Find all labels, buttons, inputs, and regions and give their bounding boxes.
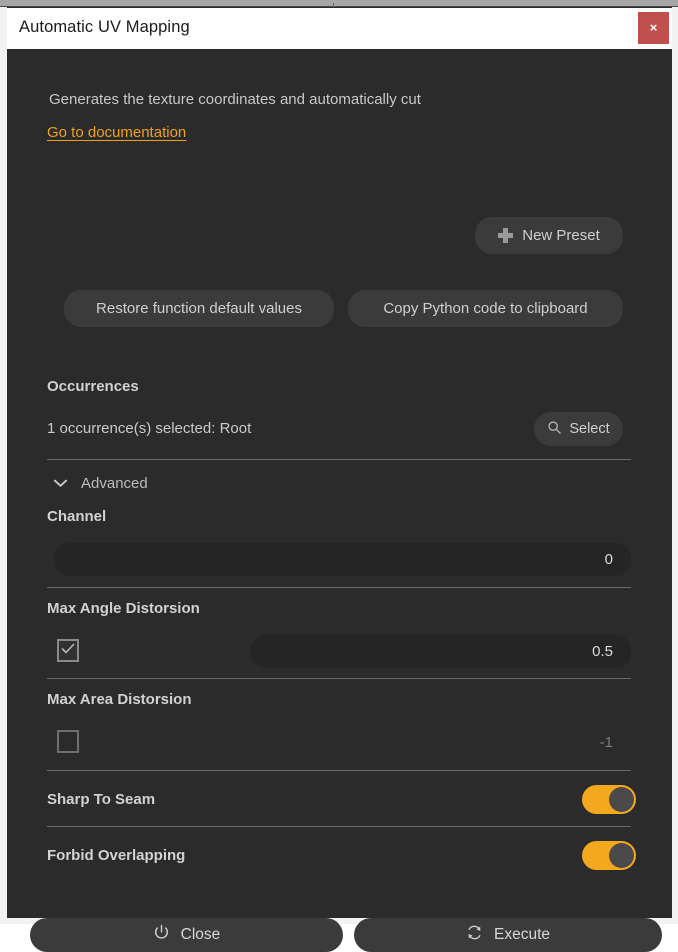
close-button-label: Close: [181, 926, 221, 944]
close-button[interactable]: Close: [30, 918, 343, 952]
max-area-distorsion-label: Max Area Distorsion: [47, 691, 192, 708]
max-angle-distorsion-label: Max Angle Distorsion: [47, 600, 200, 617]
execute-button-label: Execute: [494, 926, 550, 944]
search-icon: [547, 420, 562, 439]
copy-python-button[interactable]: Copy Python code to clipboard: [348, 290, 623, 327]
separator-max-area: [47, 770, 631, 771]
refresh-icon: [466, 924, 483, 946]
documentation-link[interactable]: Go to documentation: [47, 124, 186, 141]
channel-input[interactable]: 0: [54, 543, 631, 576]
window-title: Automatic UV Mapping: [19, 18, 190, 37]
new-preset-button[interactable]: New Preset: [475, 217, 623, 254]
occurrences-heading: Occurrences: [47, 378, 139, 395]
sharp-to-seam-toggle[interactable]: [582, 785, 636, 814]
occurrences-value: 1 occurrence(s) selected: Root: [47, 420, 251, 437]
select-occurrences-button[interactable]: Select: [534, 412, 623, 446]
new-preset-label: New Preset: [522, 227, 600, 244]
sharp-to-seam-label: Sharp To Seam: [47, 791, 155, 808]
max-area-distorsion-checkbox[interactable]: [57, 730, 79, 753]
max-area-distorsion-value: -1: [251, 726, 631, 759]
chevron-down-icon: [53, 476, 68, 491]
check-icon: [61, 643, 75, 658]
restore-defaults-label: Restore function default values: [96, 300, 302, 317]
dialog-description: Generates the texture coordinates and au…: [49, 91, 421, 108]
advanced-label: Advanced: [81, 475, 148, 492]
advanced-section-toggle[interactable]: Advanced: [53, 472, 148, 494]
separator-sharp-to-seam: [47, 826, 631, 827]
window-chrome-seam: [333, 3, 334, 7]
restore-defaults-button[interactable]: Restore function default values: [64, 290, 334, 327]
separator-occurrences: [47, 459, 631, 460]
automatic-uv-mapping-dialog: Automatic UV Mapping × Generates the tex…: [0, 0, 678, 924]
dialog-body: Generates the texture coordinates and au…: [7, 49, 672, 918]
power-icon: [153, 924, 170, 946]
max-angle-distorsion-checkbox[interactable]: [57, 639, 79, 662]
separator-channel: [47, 587, 631, 588]
select-label: Select: [569, 421, 609, 437]
window-chrome-top: [0, 0, 678, 7]
copy-python-label: Copy Python code to clipboard: [383, 300, 587, 317]
window-chrome-right: [672, 7, 678, 924]
close-icon[interactable]: ×: [638, 12, 669, 44]
toggle-knob: [609, 843, 634, 868]
max-angle-distorsion-input[interactable]: 0.5: [251, 635, 631, 668]
forbid-overlapping-label: Forbid Overlapping: [47, 847, 185, 864]
plus-icon: [498, 228, 513, 243]
channel-label: Channel: [47, 508, 106, 525]
execute-button[interactable]: Execute: [354, 918, 662, 952]
separator-max-angle: [47, 678, 631, 679]
forbid-overlapping-toggle[interactable]: [582, 841, 636, 870]
window-chrome-left: [0, 7, 7, 924]
toggle-knob: [609, 787, 634, 812]
title-bar[interactable]: Automatic UV Mapping ×: [7, 8, 672, 49]
